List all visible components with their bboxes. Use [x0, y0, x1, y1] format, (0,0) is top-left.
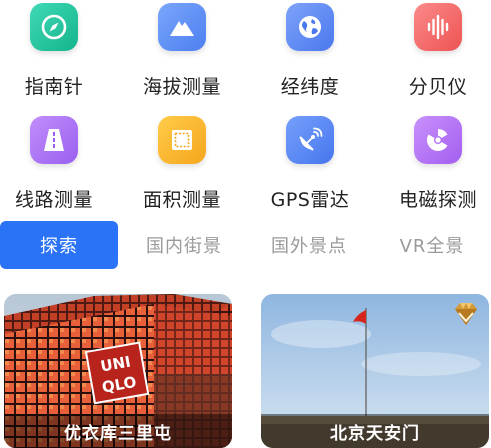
tool-label: 面积测量	[142, 189, 221, 211]
card-caption: 北京天安门	[261, 414, 489, 448]
tool-label: 海拔测量	[142, 76, 221, 98]
tool-em-detect[interactable]: 电磁探测	[377, 113, 491, 217]
compass-icon	[30, 3, 78, 51]
tab-domestic-street-view[interactable]: 国内街景	[125, 221, 243, 269]
satellite-dish-icon	[286, 116, 334, 164]
road-icon	[30, 116, 78, 164]
tab-explore[interactable]: 探索	[0, 221, 118, 269]
tool-label: GPS雷达	[270, 189, 350, 211]
scene-card-uniqlo[interactable]: UNI QLO 优衣库三里屯	[4, 294, 232, 448]
tab-overseas-attractions[interactable]: 国外景点	[250, 221, 368, 269]
soundwave-icon	[414, 3, 462, 51]
category-tabs: 探索 国内街景 国外景点 VR全景	[0, 221, 491, 269]
tool-area[interactable]: 面积测量	[121, 113, 243, 217]
diamond-vip-icon[interactable]	[451, 299, 481, 329]
tab-vr-panorama[interactable]: VR全景	[373, 221, 491, 269]
tool-decibel[interactable]: 分贝仪	[377, 0, 491, 104]
radiation-icon	[414, 116, 462, 164]
card-caption: 优衣库三里屯	[4, 414, 232, 448]
tool-label: 分贝仪	[408, 76, 468, 98]
app-root: 指南针 海拔测量 经纬度 分贝仪 线路测量 面积测量 GPS雷达 电磁探测 探索…	[0, 0, 491, 448]
tool-gps-radar[interactable]: GPS雷达	[249, 113, 371, 217]
tool-label: 电磁探测	[398, 189, 477, 211]
scene-card-tiananmen[interactable]: 北京天安门	[261, 294, 489, 448]
mountain-icon	[158, 3, 206, 51]
area-icon	[158, 116, 206, 164]
tool-route[interactable]: 线路测量	[0, 113, 115, 217]
tool-label: 线路测量	[14, 189, 93, 211]
globe-icon	[286, 3, 334, 51]
tool-label: 经纬度	[280, 76, 340, 98]
tool-altitude[interactable]: 海拔测量	[121, 0, 243, 104]
tool-label: 指南针	[24, 76, 84, 98]
tool-compass[interactable]: 指南针	[0, 0, 115, 104]
tool-grid: 指南针 海拔测量 经纬度 分贝仪 线路测量 面积测量 GPS雷达 电磁探测	[0, 0, 491, 214]
tool-latlong[interactable]: 经纬度	[249, 0, 371, 104]
